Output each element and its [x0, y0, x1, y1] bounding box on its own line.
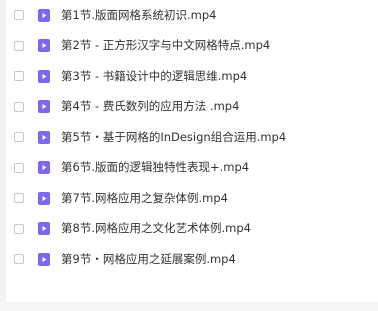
select-checkbox[interactable] — [14, 162, 24, 173]
select-checkbox[interactable] — [14, 223, 24, 234]
file-name[interactable]: 第4节 - 费氏数列的应用方法 .mp4 — [61, 100, 239, 113]
select-checkbox[interactable] — [14, 193, 24, 204]
select-checkbox[interactable] — [14, 254, 24, 265]
select-checkbox[interactable] — [14, 101, 24, 112]
left-rail — [0, 0, 6, 311]
file-row[interactable]: 第9节・网格应用之延展案例.mp4 — [12, 244, 378, 275]
file-name[interactable]: 第9节・网格应用之延展案例.mp4 — [61, 253, 236, 266]
file-row[interactable]: 第1节.版面网格系统初识.mp4 — [12, 0, 378, 31]
video-file-icon — [38, 222, 50, 236]
file-row[interactable]: 第7节.网格应用之复杂体例.mp4 — [12, 183, 378, 214]
select-checkbox[interactable] — [14, 71, 24, 82]
video-file-icon — [38, 8, 50, 22]
video-file-icon — [38, 161, 50, 175]
select-checkbox[interactable] — [14, 10, 24, 21]
video-file-icon — [38, 191, 50, 205]
bottom-scroll-area — [0, 302, 378, 311]
video-file-icon — [38, 69, 50, 83]
file-name[interactable]: 第7节.网格应用之复杂体例.mp4 — [61, 192, 228, 205]
file-list: 第1节.版面网格系统初识.mp4 第2节 - 正方形汉字与中文网格特点.mp4 … — [12, 0, 378, 275]
file-name[interactable]: 第6节.版面的逻辑独特性表现+.mp4 — [61, 161, 249, 174]
file-row[interactable]: 第5节・基于网格的InDesign组合运用.mp4 — [12, 122, 378, 153]
file-row[interactable]: 第6节.版面的逻辑独特性表现+.mp4 — [12, 153, 378, 184]
file-name[interactable]: 第1节.版面网格系统初识.mp4 — [61, 9, 216, 22]
file-row[interactable]: 第3节 - 书籍设计中的逻辑思维.mp4 — [12, 61, 378, 92]
file-name[interactable]: 第3节 - 书籍设计中的逻辑思维.mp4 — [61, 70, 247, 83]
file-row[interactable]: 第2节 - 正方形汉字与中文网格特点.mp4 — [12, 31, 378, 62]
select-checkbox[interactable] — [14, 132, 24, 143]
file-row[interactable]: 第4节 - 费氏数列的应用方法 .mp4 — [12, 92, 378, 123]
file-name[interactable]: 第5节・基于网格的InDesign组合运用.mp4 — [61, 131, 286, 144]
select-checkbox[interactable] — [14, 40, 24, 51]
video-file-icon — [38, 130, 50, 144]
video-file-icon — [38, 39, 50, 53]
file-name[interactable]: 第2节 - 正方形汉字与中文网格特点.mp4 — [61, 39, 270, 52]
file-row[interactable]: 第8节.网格应用之文化艺术体例.mp4 — [12, 214, 378, 245]
video-file-icon — [38, 100, 50, 114]
video-file-icon — [38, 252, 50, 266]
file-name[interactable]: 第8节.网格应用之文化艺术体例.mp4 — [61, 222, 251, 235]
